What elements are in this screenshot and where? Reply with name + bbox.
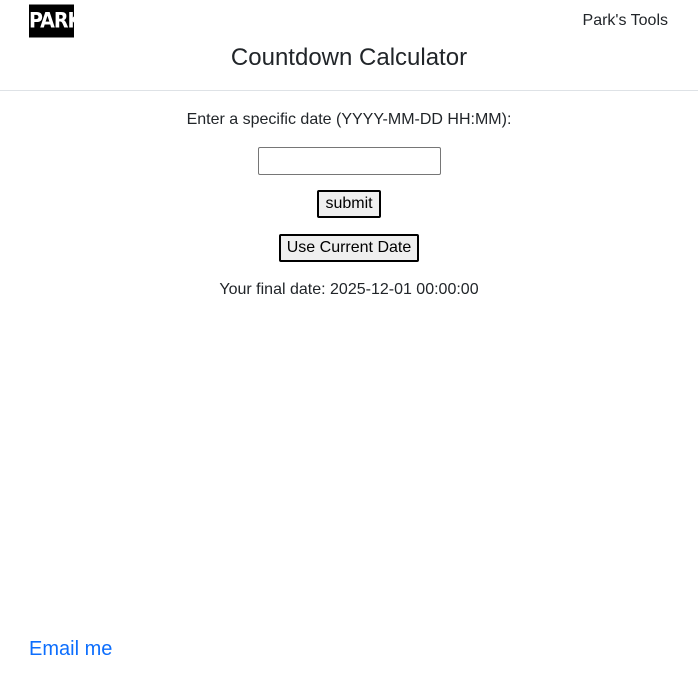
site-header: PARK Park's Tools Countdown Calculator	[0, 0, 698, 91]
page-title: Countdown Calculator	[230, 44, 468, 71]
date-prompt-label: Enter a specific date (YYYY-MM-DD HH:MM)…	[186, 111, 512, 128]
submit-button[interactable]: submit	[317, 190, 381, 218]
email-me-link[interactable]: Email me	[29, 638, 112, 661]
final-date-value: 2025-12-01 00:00:00	[330, 281, 479, 298]
park-logo[interactable]: PARK	[29, 4, 74, 38]
countdown-form: Enter a specific date (YYYY-MM-DD HH:MM)…	[0, 111, 698, 299]
date-input[interactable]	[257, 147, 441, 175]
parks-tools-link[interactable]: Park's Tools	[583, 12, 668, 30]
final-date-display: Your final date: 2025-12-01 00:00:00	[0, 281, 698, 299]
final-date-prefix: Your final date:	[219, 281, 326, 298]
use-current-date-button[interactable]: Use Current Date	[278, 234, 420, 262]
